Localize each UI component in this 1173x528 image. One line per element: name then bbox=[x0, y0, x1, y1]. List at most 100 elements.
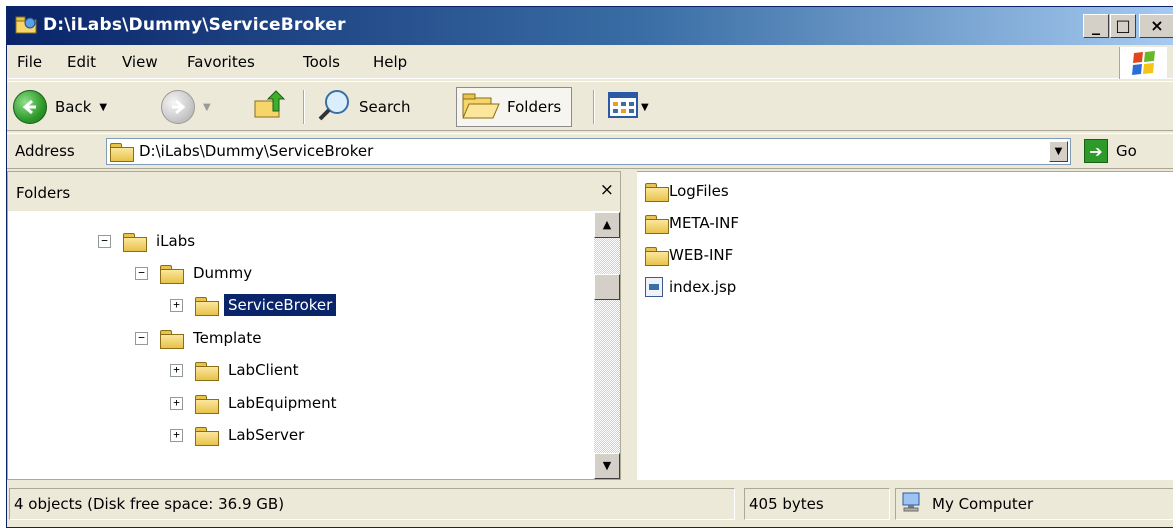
folder-icon bbox=[645, 246, 669, 266]
tree-item-label: iLabs bbox=[156, 232, 196, 250]
folder-icon bbox=[160, 329, 184, 349]
tree-item-dummy[interactable]: − Dummy bbox=[135, 258, 256, 288]
tree-item-labserver[interactable]: + LabServer bbox=[170, 420, 308, 450]
back-arrow-icon bbox=[13, 90, 47, 124]
list-item[interactable]: WEB-INF bbox=[645, 240, 733, 270]
title-bar[interactable]: D:\iLabs\Dummy\ServiceBroker _ □ × bbox=[7, 7, 1173, 45]
folder-icon bbox=[160, 264, 184, 284]
collapse-icon[interactable]: − bbox=[98, 234, 111, 248]
expand-icon[interactable]: + bbox=[170, 298, 183, 312]
windows-flag-icon bbox=[1119, 47, 1167, 79]
up-folder-icon bbox=[253, 89, 287, 125]
folder-icon bbox=[110, 143, 134, 162]
folder-icon bbox=[195, 394, 219, 414]
file-name: index.jsp bbox=[669, 278, 737, 296]
menu-help[interactable]: Help bbox=[373, 53, 407, 71]
tree-item-label: LabEquipment bbox=[228, 394, 337, 412]
address-input[interactable]: D:\iLabs\Dummy\ServiceBroker ▼ bbox=[106, 138, 1071, 165]
list-item[interactable]: META-INF bbox=[645, 208, 739, 238]
status-size: 405 bytes bbox=[744, 488, 890, 520]
chevron-down-icon[interactable]: ▼ bbox=[641, 102, 649, 113]
address-label: Address bbox=[15, 142, 75, 160]
folder-tree: − iLabs − Dummy + ServiceBroker − Templa… bbox=[8, 212, 594, 479]
tree-item-label: Dummy bbox=[193, 264, 253, 282]
go-arrow-icon: ➔ bbox=[1084, 139, 1108, 163]
toolbar-separator bbox=[303, 90, 305, 124]
folders-pane: Folders × − iLabs − Dummy + ServiceBroke… bbox=[7, 171, 621, 480]
list-item[interactable]: index.jsp bbox=[645, 272, 736, 302]
explorer-window: D:\iLabs\Dummy\ServiceBroker _ □ × File … bbox=[6, 6, 1173, 528]
chevron-down-icon[interactable]: ▼ bbox=[1049, 141, 1068, 162]
tree-item-labequipment[interactable]: + LabEquipment bbox=[170, 388, 341, 418]
status-zone-label: My Computer bbox=[932, 495, 1034, 513]
views-button[interactable]: ▼ bbox=[607, 88, 649, 126]
collapse-icon[interactable]: − bbox=[135, 331, 148, 345]
search-button[interactable]: Search bbox=[317, 88, 411, 126]
close-icon[interactable]: × bbox=[600, 180, 614, 200]
scroll-thumb[interactable] bbox=[594, 274, 620, 300]
menu-tools[interactable]: Tools bbox=[303, 53, 340, 71]
up-button[interactable] bbox=[253, 88, 287, 126]
vertical-scrollbar[interactable]: ▲ ▼ bbox=[594, 212, 620, 479]
scroll-up-icon[interactable]: ▲ bbox=[594, 212, 620, 238]
tree-item-label: ServiceBroker bbox=[224, 294, 337, 316]
menu-favorites[interactable]: Favorites bbox=[187, 53, 255, 71]
expand-icon[interactable]: + bbox=[170, 396, 183, 410]
folder-icon bbox=[195, 361, 219, 381]
status-bar: 4 objects (Disk free space: 36.9 GB) 405… bbox=[7, 482, 1173, 526]
window-title: D:\iLabs\Dummy\ServiceBroker bbox=[43, 15, 346, 35]
chevron-down-icon[interactable]: ▼ bbox=[99, 102, 107, 113]
folder-icon bbox=[645, 214, 669, 234]
go-button[interactable]: ➔ Go bbox=[1084, 139, 1137, 163]
folders-button[interactable]: Folders bbox=[456, 87, 573, 127]
toolbar: Back ▼ ▼ Search Folders ▼ bbox=[7, 81, 1173, 131]
folder-icon bbox=[15, 15, 37, 35]
folder-icon bbox=[645, 182, 669, 202]
back-label: Back bbox=[55, 98, 92, 116]
menu-edit[interactable]: Edit bbox=[67, 53, 96, 71]
maximize-button[interactable]: □ bbox=[1110, 14, 1136, 38]
folders-pane-header: Folders × bbox=[8, 172, 620, 212]
minimize-button[interactable]: _ bbox=[1083, 14, 1109, 38]
file-name: LogFiles bbox=[669, 182, 729, 200]
file-list: LogFiles META-INF WEB-INF index.jsp bbox=[637, 171, 1173, 480]
magnifier-icon bbox=[317, 88, 353, 126]
pane-splitter[interactable] bbox=[621, 171, 637, 480]
folder-open-icon bbox=[195, 296, 219, 316]
file-name: META-INF bbox=[669, 214, 740, 232]
file-name: WEB-INF bbox=[669, 246, 734, 264]
status-zone: My Computer bbox=[895, 488, 1173, 520]
folder-icon bbox=[123, 232, 147, 252]
menu-view[interactable]: View bbox=[122, 53, 158, 71]
forward-arrow-icon bbox=[161, 90, 195, 124]
back-button[interactable]: Back ▼ bbox=[13, 88, 107, 126]
menu-file[interactable]: File bbox=[17, 53, 42, 71]
expand-icon[interactable]: + bbox=[170, 428, 183, 442]
views-grid-icon bbox=[607, 90, 639, 124]
folders-pane-title: Folders bbox=[16, 184, 71, 202]
expand-icon[interactable]: + bbox=[170, 363, 183, 377]
forward-button[interactable]: ▼ bbox=[161, 88, 211, 126]
scroll-down-icon[interactable]: ▼ bbox=[594, 453, 620, 479]
toolbar-separator bbox=[593, 90, 595, 124]
tree-item-labclient[interactable]: + LabClient bbox=[170, 355, 303, 385]
search-label: Search bbox=[359, 98, 411, 116]
tree-item-label: LabClient bbox=[228, 361, 299, 379]
list-item[interactable]: LogFiles bbox=[645, 176, 729, 206]
chevron-down-icon[interactable]: ▼ bbox=[203, 102, 211, 113]
go-label: Go bbox=[1116, 142, 1137, 160]
address-value[interactable]: D:\iLabs\Dummy\ServiceBroker bbox=[139, 142, 373, 160]
tree-item-template[interactable]: − Template bbox=[135, 323, 265, 353]
tree-item-label: Template bbox=[193, 329, 262, 347]
folders-icon bbox=[461, 90, 501, 124]
collapse-icon[interactable]: − bbox=[135, 266, 148, 280]
menu-bar: File Edit View Favorites Tools Help bbox=[7, 47, 1173, 79]
tree-item-label: LabServer bbox=[228, 426, 305, 444]
folder-icon bbox=[195, 426, 219, 446]
jsp-file-icon bbox=[645, 277, 663, 297]
close-button[interactable]: × bbox=[1139, 14, 1173, 38]
tree-item-ilabs[interactable]: − iLabs bbox=[98, 226, 199, 256]
status-objects: 4 objects (Disk free space: 36.9 GB) bbox=[9, 488, 735, 520]
address-bar: Address D:\iLabs\Dummy\ServiceBroker ▼ ➔… bbox=[7, 133, 1173, 169]
tree-item-servicebroker[interactable]: + ServiceBroker bbox=[170, 290, 337, 320]
